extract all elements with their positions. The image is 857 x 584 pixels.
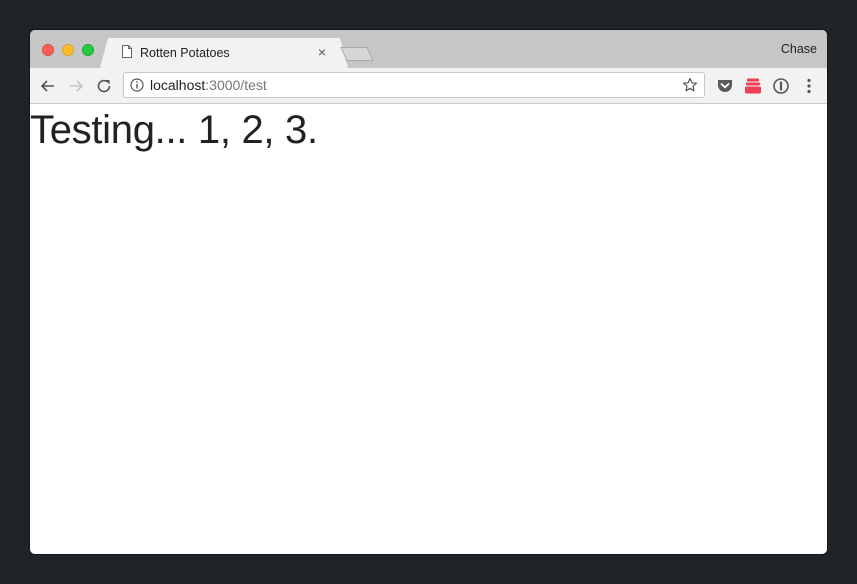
forward-icon[interactable] — [66, 76, 86, 96]
url-path: :3000/test — [205, 77, 267, 93]
new-tab-button[interactable] — [340, 47, 374, 61]
tab-title: Rotten Potatoes — [140, 46, 230, 60]
tab-rotten-potatoes[interactable]: Rotten Potatoes × — [100, 38, 348, 68]
profile-name[interactable]: Chase — [781, 42, 817, 56]
password-manager-icon[interactable] — [771, 76, 791, 96]
address-bar[interactable]: localhost:3000/test — [123, 72, 705, 98]
tab-close-button[interactable]: × — [315, 45, 329, 59]
window-minimize-button[interactable] — [62, 44, 74, 56]
url-host: localhost — [150, 77, 206, 93]
page-heading: Testing... 1, 2, 3. — [30, 108, 318, 152]
page-content: Testing... 1, 2, 3. — [30, 104, 827, 554]
pocket-icon[interactable] — [715, 76, 735, 96]
browser-toolbar: localhost:3000/test — [30, 68, 827, 104]
window-maximize-button[interactable] — [82, 44, 94, 56]
browser-window: Rotten Potatoes × Chase localhost:3000/t… — [30, 30, 827, 554]
info-icon[interactable] — [130, 78, 144, 92]
reload-icon[interactable] — [94, 76, 114, 96]
url-text: localhost:3000/test — [150, 77, 267, 93]
back-icon[interactable] — [38, 76, 58, 96]
title-bar: Rotten Potatoes × Chase — [30, 30, 827, 68]
document-icon — [122, 45, 132, 58]
star-icon[interactable] — [682, 77, 698, 93]
stack-extension-icon[interactable] — [743, 76, 763, 96]
menu-icon[interactable] — [799, 76, 819, 96]
window-close-button[interactable] — [42, 44, 54, 56]
